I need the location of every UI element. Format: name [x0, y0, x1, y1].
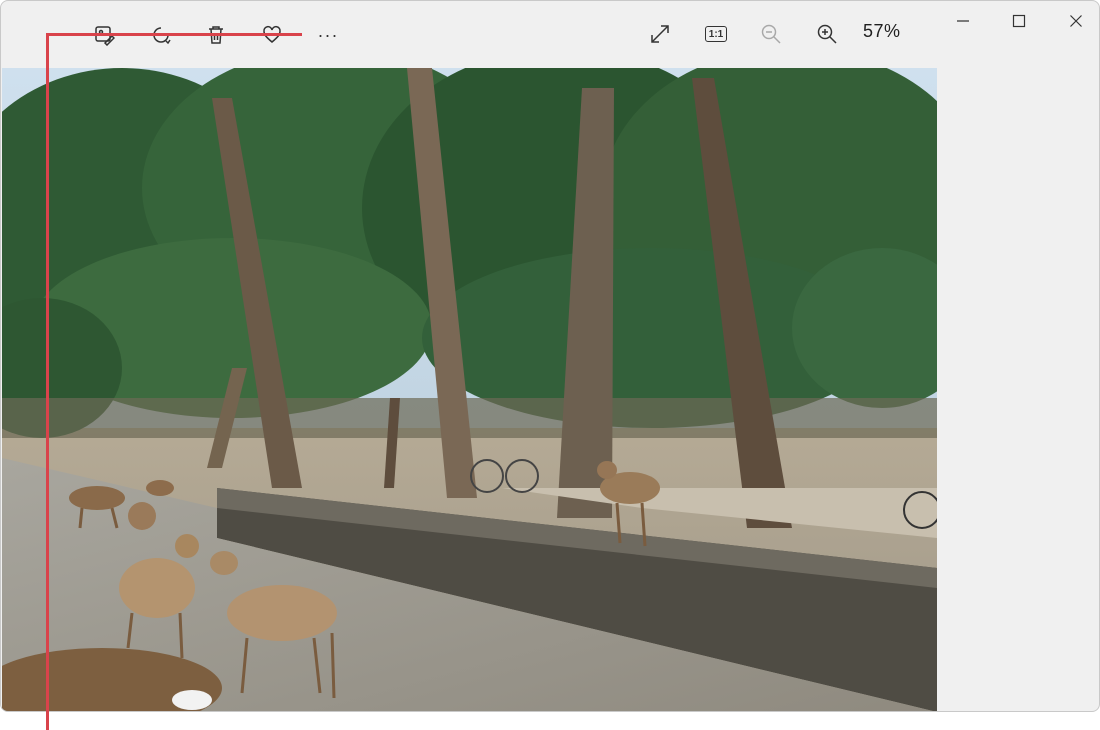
callout-line-horizontal [46, 33, 302, 36]
fit-to-window-icon [651, 25, 669, 43]
actual-size-icon: 1:1 [705, 26, 727, 42]
minimize-button[interactable] [943, 5, 983, 37]
maximize-button[interactable] [999, 5, 1039, 37]
actual-size-button[interactable]: 1:1 [698, 18, 734, 50]
callout-line-vertical [46, 33, 49, 730]
photos-app-window: ··· 1:1 57% [0, 0, 1100, 712]
photo-image [2, 68, 937, 711]
more-options-button[interactable]: ··· [310, 19, 346, 51]
zoom-in-button[interactable] [809, 18, 845, 50]
zoom-out-icon [761, 24, 781, 44]
fit-to-window-button[interactable] [642, 18, 678, 50]
zoom-level[interactable]: 57% [863, 21, 901, 42]
photo-canvas[interactable] [2, 68, 937, 711]
close-icon [1070, 15, 1082, 27]
zoom-out-button[interactable] [753, 18, 789, 50]
more-options-icon: ··· [317, 25, 339, 45]
zoom-in-icon [817, 24, 837, 44]
maximize-icon [1012, 14, 1026, 28]
close-button[interactable] [1056, 5, 1096, 37]
minimize-icon [957, 20, 969, 22]
